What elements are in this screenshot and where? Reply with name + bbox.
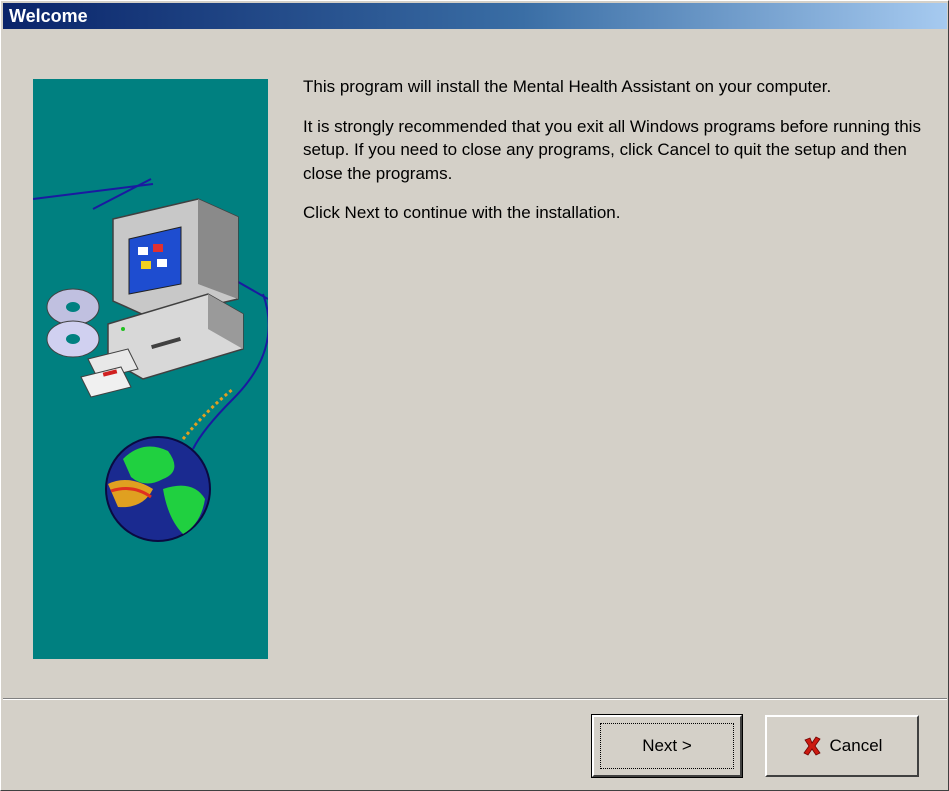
recommendation-paragraph: It is strongly recommended that you exit… [303,116,921,183]
cancel-button[interactable]: Cancel [765,715,919,777]
focus-rectangle [600,723,734,769]
intro-paragraph: This program will install the Mental Hea… [303,77,832,96]
title-bar[interactable]: Welcome [3,3,947,29]
floppy-disk-icon [80,348,139,398]
continue-paragraph: Click Next to continue with the installa… [303,203,621,222]
next-button[interactable]: Next > [591,714,743,778]
window-title: Welcome [9,6,88,26]
welcome-message: This program will install the Mental Hea… [303,75,923,241]
cd-disc-icon [46,288,100,358]
globe-icon [105,387,234,542]
footer-divider-highlight [3,699,947,700]
setup-illustration [33,79,268,659]
setup-window: Welcome This program will install the Me… [0,0,949,791]
red-x-icon [802,736,821,756]
cancel-button-label: Cancel [829,736,883,755]
